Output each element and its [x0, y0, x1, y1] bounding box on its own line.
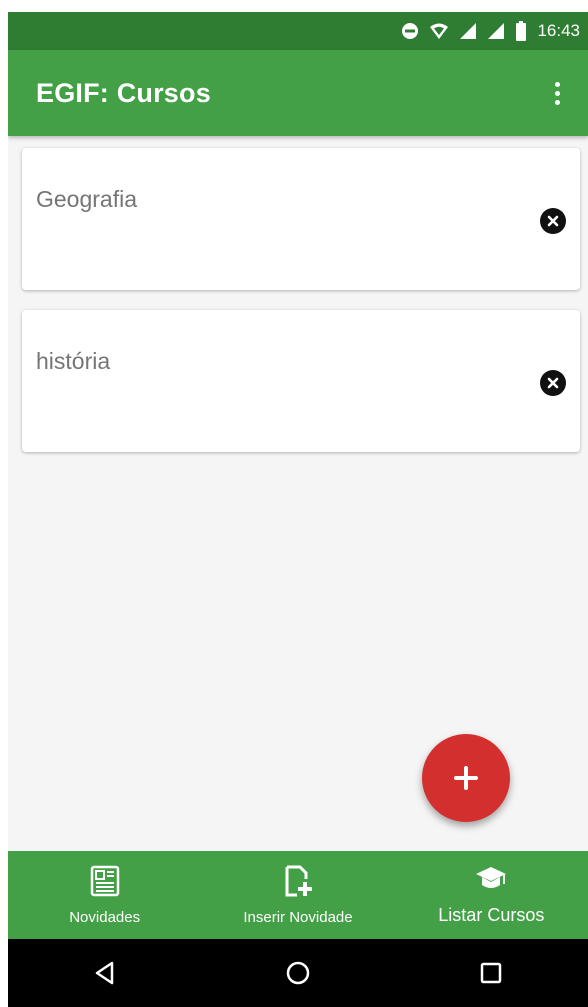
recents-icon[interactable] [461, 948, 521, 998]
nav-label: Novidades [69, 909, 141, 926]
app-bar: EGIF: Cursos [8, 50, 588, 136]
bottom-navigation: Novidades Inserir Novidade Listar Cursos [8, 851, 588, 939]
add-course-button[interactable] [422, 734, 510, 822]
cancel-icon[interactable] [540, 208, 566, 234]
newspaper-icon [88, 864, 122, 903]
add-document-icon [281, 864, 315, 903]
home-icon[interactable] [268, 948, 328, 998]
course-name: história [36, 348, 111, 374]
status-time: 16:43 [537, 21, 580, 40]
more-vert-icon[interactable] [547, 74, 568, 113]
status-bar: 16:43 [8, 12, 588, 50]
wifi-icon [429, 22, 449, 40]
page-title: EGIF: Cursos [36, 77, 211, 108]
phone-screen: 16:43 EGIF: Cursos Geografia história No… [8, 12, 588, 1007]
do-not-disturb-icon [401, 22, 419, 40]
course-card[interactable]: história [22, 310, 580, 452]
course-name: Geografia [36, 186, 138, 212]
nav-item-inserir-novidade[interactable]: Inserir Novidade [201, 851, 394, 939]
nav-label: Inserir Novidade [243, 909, 353, 926]
nav-item-novidades[interactable]: Novidades [8, 851, 201, 939]
nav-label: Listar Cursos [438, 905, 545, 925]
nav-item-listar-cursos[interactable]: Listar Cursos [395, 851, 588, 939]
signal-icon [459, 22, 477, 40]
battery-icon [515, 21, 527, 41]
back-icon[interactable] [75, 948, 135, 998]
graduation-cap-icon [474, 864, 508, 899]
system-navigation-bar [8, 939, 588, 1007]
signal-icon [487, 22, 505, 40]
course-card[interactable]: Geografia [22, 148, 580, 290]
plus-icon [454, 766, 478, 790]
cancel-icon[interactable] [540, 370, 566, 396]
